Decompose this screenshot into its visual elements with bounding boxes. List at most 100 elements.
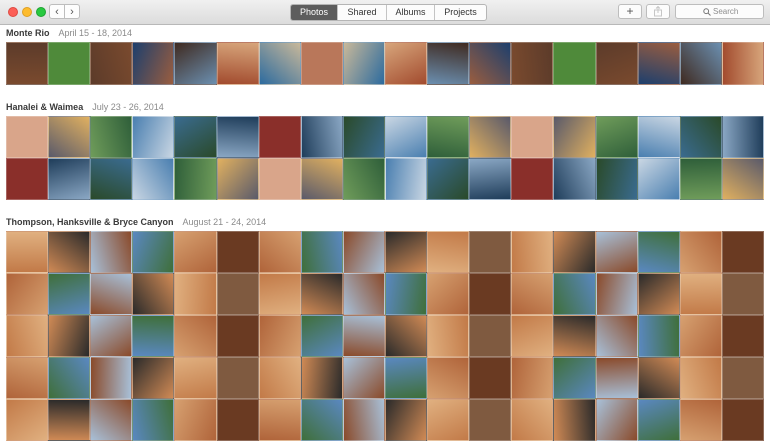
photo-thumbnail[interactable] bbox=[637, 399, 680, 441]
photo-thumbnail[interactable] bbox=[6, 158, 49, 200]
photo-thumbnail[interactable] bbox=[342, 399, 385, 441]
photo-thumbnail[interactable] bbox=[553, 315, 596, 357]
photo-thumbnail[interactable] bbox=[300, 116, 343, 158]
photo-thumbnail[interactable] bbox=[174, 116, 217, 158]
close-window-button[interactable] bbox=[8, 7, 18, 17]
photo-thumbnail[interactable] bbox=[216, 273, 259, 315]
photo-thumbnail[interactable] bbox=[174, 231, 217, 273]
photo-thumbnail[interactable] bbox=[427, 42, 470, 85]
photo-thumbnail[interactable] bbox=[216, 231, 259, 273]
photo-thumbnail[interactable] bbox=[553, 42, 596, 85]
photo-thumbnail[interactable] bbox=[469, 315, 512, 357]
photo-thumbnail[interactable] bbox=[132, 357, 175, 399]
photo-thumbnail[interactable] bbox=[342, 42, 385, 85]
photo-thumbnail[interactable] bbox=[132, 399, 175, 441]
photo-thumbnail[interactable] bbox=[637, 158, 680, 200]
photo-thumbnail[interactable] bbox=[300, 399, 343, 441]
photo-thumbnail[interactable] bbox=[511, 357, 554, 399]
photo-thumbnail[interactable] bbox=[300, 273, 343, 315]
photo-thumbnail[interactable] bbox=[48, 315, 91, 357]
photo-thumbnail[interactable] bbox=[679, 315, 722, 357]
photo-thumbnail[interactable] bbox=[6, 231, 49, 273]
photo-thumbnail[interactable] bbox=[48, 116, 91, 158]
photo-thumbnail[interactable] bbox=[174, 42, 217, 85]
back-button[interactable]: ‹ bbox=[49, 4, 65, 19]
photo-thumbnail[interactable] bbox=[553, 231, 596, 273]
photo-thumbnail[interactable] bbox=[342, 315, 385, 357]
photo-thumbnail[interactable] bbox=[258, 231, 301, 273]
photo-thumbnail[interactable] bbox=[553, 273, 596, 315]
photo-thumbnail[interactable] bbox=[721, 315, 764, 357]
photo-thumbnail[interactable] bbox=[511, 315, 554, 357]
photo-thumbnail[interactable] bbox=[48, 357, 91, 399]
photo-thumbnail[interactable] bbox=[48, 231, 91, 273]
forward-button[interactable]: › bbox=[64, 4, 80, 19]
photo-thumbnail[interactable] bbox=[553, 116, 596, 158]
photo-thumbnail[interactable] bbox=[132, 273, 175, 315]
photo-thumbnail[interactable] bbox=[6, 357, 49, 399]
photo-thumbnail[interactable] bbox=[721, 273, 764, 315]
photo-thumbnail[interactable] bbox=[384, 273, 428, 315]
photo-thumbnail[interactable] bbox=[132, 315, 175, 357]
photo-thumbnail[interactable] bbox=[595, 399, 638, 441]
photo-thumbnail[interactable] bbox=[384, 315, 428, 357]
photo-thumbnail[interactable] bbox=[679, 273, 722, 315]
photo-thumbnail[interactable] bbox=[721, 399, 764, 441]
photo-thumbnail[interactable] bbox=[342, 357, 385, 399]
photo-thumbnail[interactable] bbox=[90, 357, 133, 399]
photo-thumbnail[interactable] bbox=[595, 357, 638, 399]
photo-thumbnail[interactable] bbox=[469, 231, 512, 273]
photo-thumbnail[interactable] bbox=[216, 158, 259, 200]
photo-thumbnail[interactable] bbox=[216, 399, 259, 441]
photo-thumbnail[interactable] bbox=[679, 231, 722, 273]
minimize-window-button[interactable] bbox=[22, 7, 32, 17]
photo-thumbnail[interactable] bbox=[427, 315, 470, 357]
photo-thumbnail[interactable] bbox=[637, 116, 680, 158]
photo-thumbnail[interactable] bbox=[90, 231, 133, 273]
photo-thumbnail[interactable] bbox=[300, 315, 343, 357]
photo-thumbnail[interactable] bbox=[48, 158, 91, 200]
photo-thumbnail[interactable] bbox=[216, 116, 259, 158]
photo-thumbnail[interactable] bbox=[721, 42, 764, 85]
photo-thumbnail[interactable] bbox=[721, 116, 764, 158]
photo-thumbnail[interactable] bbox=[6, 42, 49, 85]
photo-thumbnail[interactable] bbox=[90, 399, 133, 441]
photo-thumbnail[interactable] bbox=[595, 158, 638, 200]
photo-thumbnail[interactable] bbox=[469, 399, 512, 441]
photo-thumbnail[interactable] bbox=[469, 42, 512, 85]
photo-thumbnail[interactable] bbox=[6, 273, 49, 315]
photo-thumbnail[interactable] bbox=[6, 116, 49, 158]
photo-thumbnail[interactable] bbox=[384, 231, 428, 273]
photo-thumbnail[interactable] bbox=[469, 357, 512, 399]
photo-thumbnail[interactable] bbox=[216, 315, 259, 357]
photo-thumbnail[interactable] bbox=[174, 399, 217, 441]
photo-thumbnail[interactable] bbox=[595, 116, 638, 158]
photo-thumbnail[interactable] bbox=[679, 158, 722, 200]
photo-thumbnail[interactable] bbox=[553, 399, 596, 441]
photo-thumbnail[interactable] bbox=[384, 399, 428, 441]
photo-thumbnail[interactable] bbox=[511, 273, 554, 315]
photo-thumbnail[interactable] bbox=[90, 158, 133, 200]
photo-thumbnail[interactable] bbox=[637, 42, 680, 85]
photo-thumbnail[interactable] bbox=[174, 158, 217, 200]
photo-thumbnail[interactable] bbox=[90, 116, 133, 158]
photo-thumbnail[interactable] bbox=[595, 315, 638, 357]
photo-thumbnail[interactable] bbox=[469, 116, 512, 158]
photo-thumbnail[interactable] bbox=[174, 357, 217, 399]
photo-thumbnail[interactable] bbox=[6, 399, 49, 441]
photo-thumbnail[interactable] bbox=[258, 158, 301, 200]
photo-thumbnail[interactable] bbox=[6, 315, 49, 357]
search-field[interactable]: Search bbox=[675, 4, 764, 19]
photo-thumbnail[interactable] bbox=[384, 158, 428, 200]
photo-thumbnail[interactable] bbox=[132, 231, 175, 273]
photo-thumbnail[interactable] bbox=[679, 399, 722, 441]
photo-thumbnail[interactable] bbox=[216, 42, 259, 85]
photo-thumbnail[interactable] bbox=[174, 273, 217, 315]
photo-thumbnail[interactable] bbox=[48, 399, 91, 441]
tab-albums[interactable]: Albums bbox=[387, 5, 435, 20]
photo-thumbnail[interactable] bbox=[216, 357, 259, 399]
tab-photos[interactable]: Photos bbox=[291, 5, 338, 20]
photo-thumbnail[interactable] bbox=[511, 231, 554, 273]
photo-thumbnail[interactable] bbox=[90, 42, 133, 85]
photo-thumbnail[interactable] bbox=[553, 357, 596, 399]
